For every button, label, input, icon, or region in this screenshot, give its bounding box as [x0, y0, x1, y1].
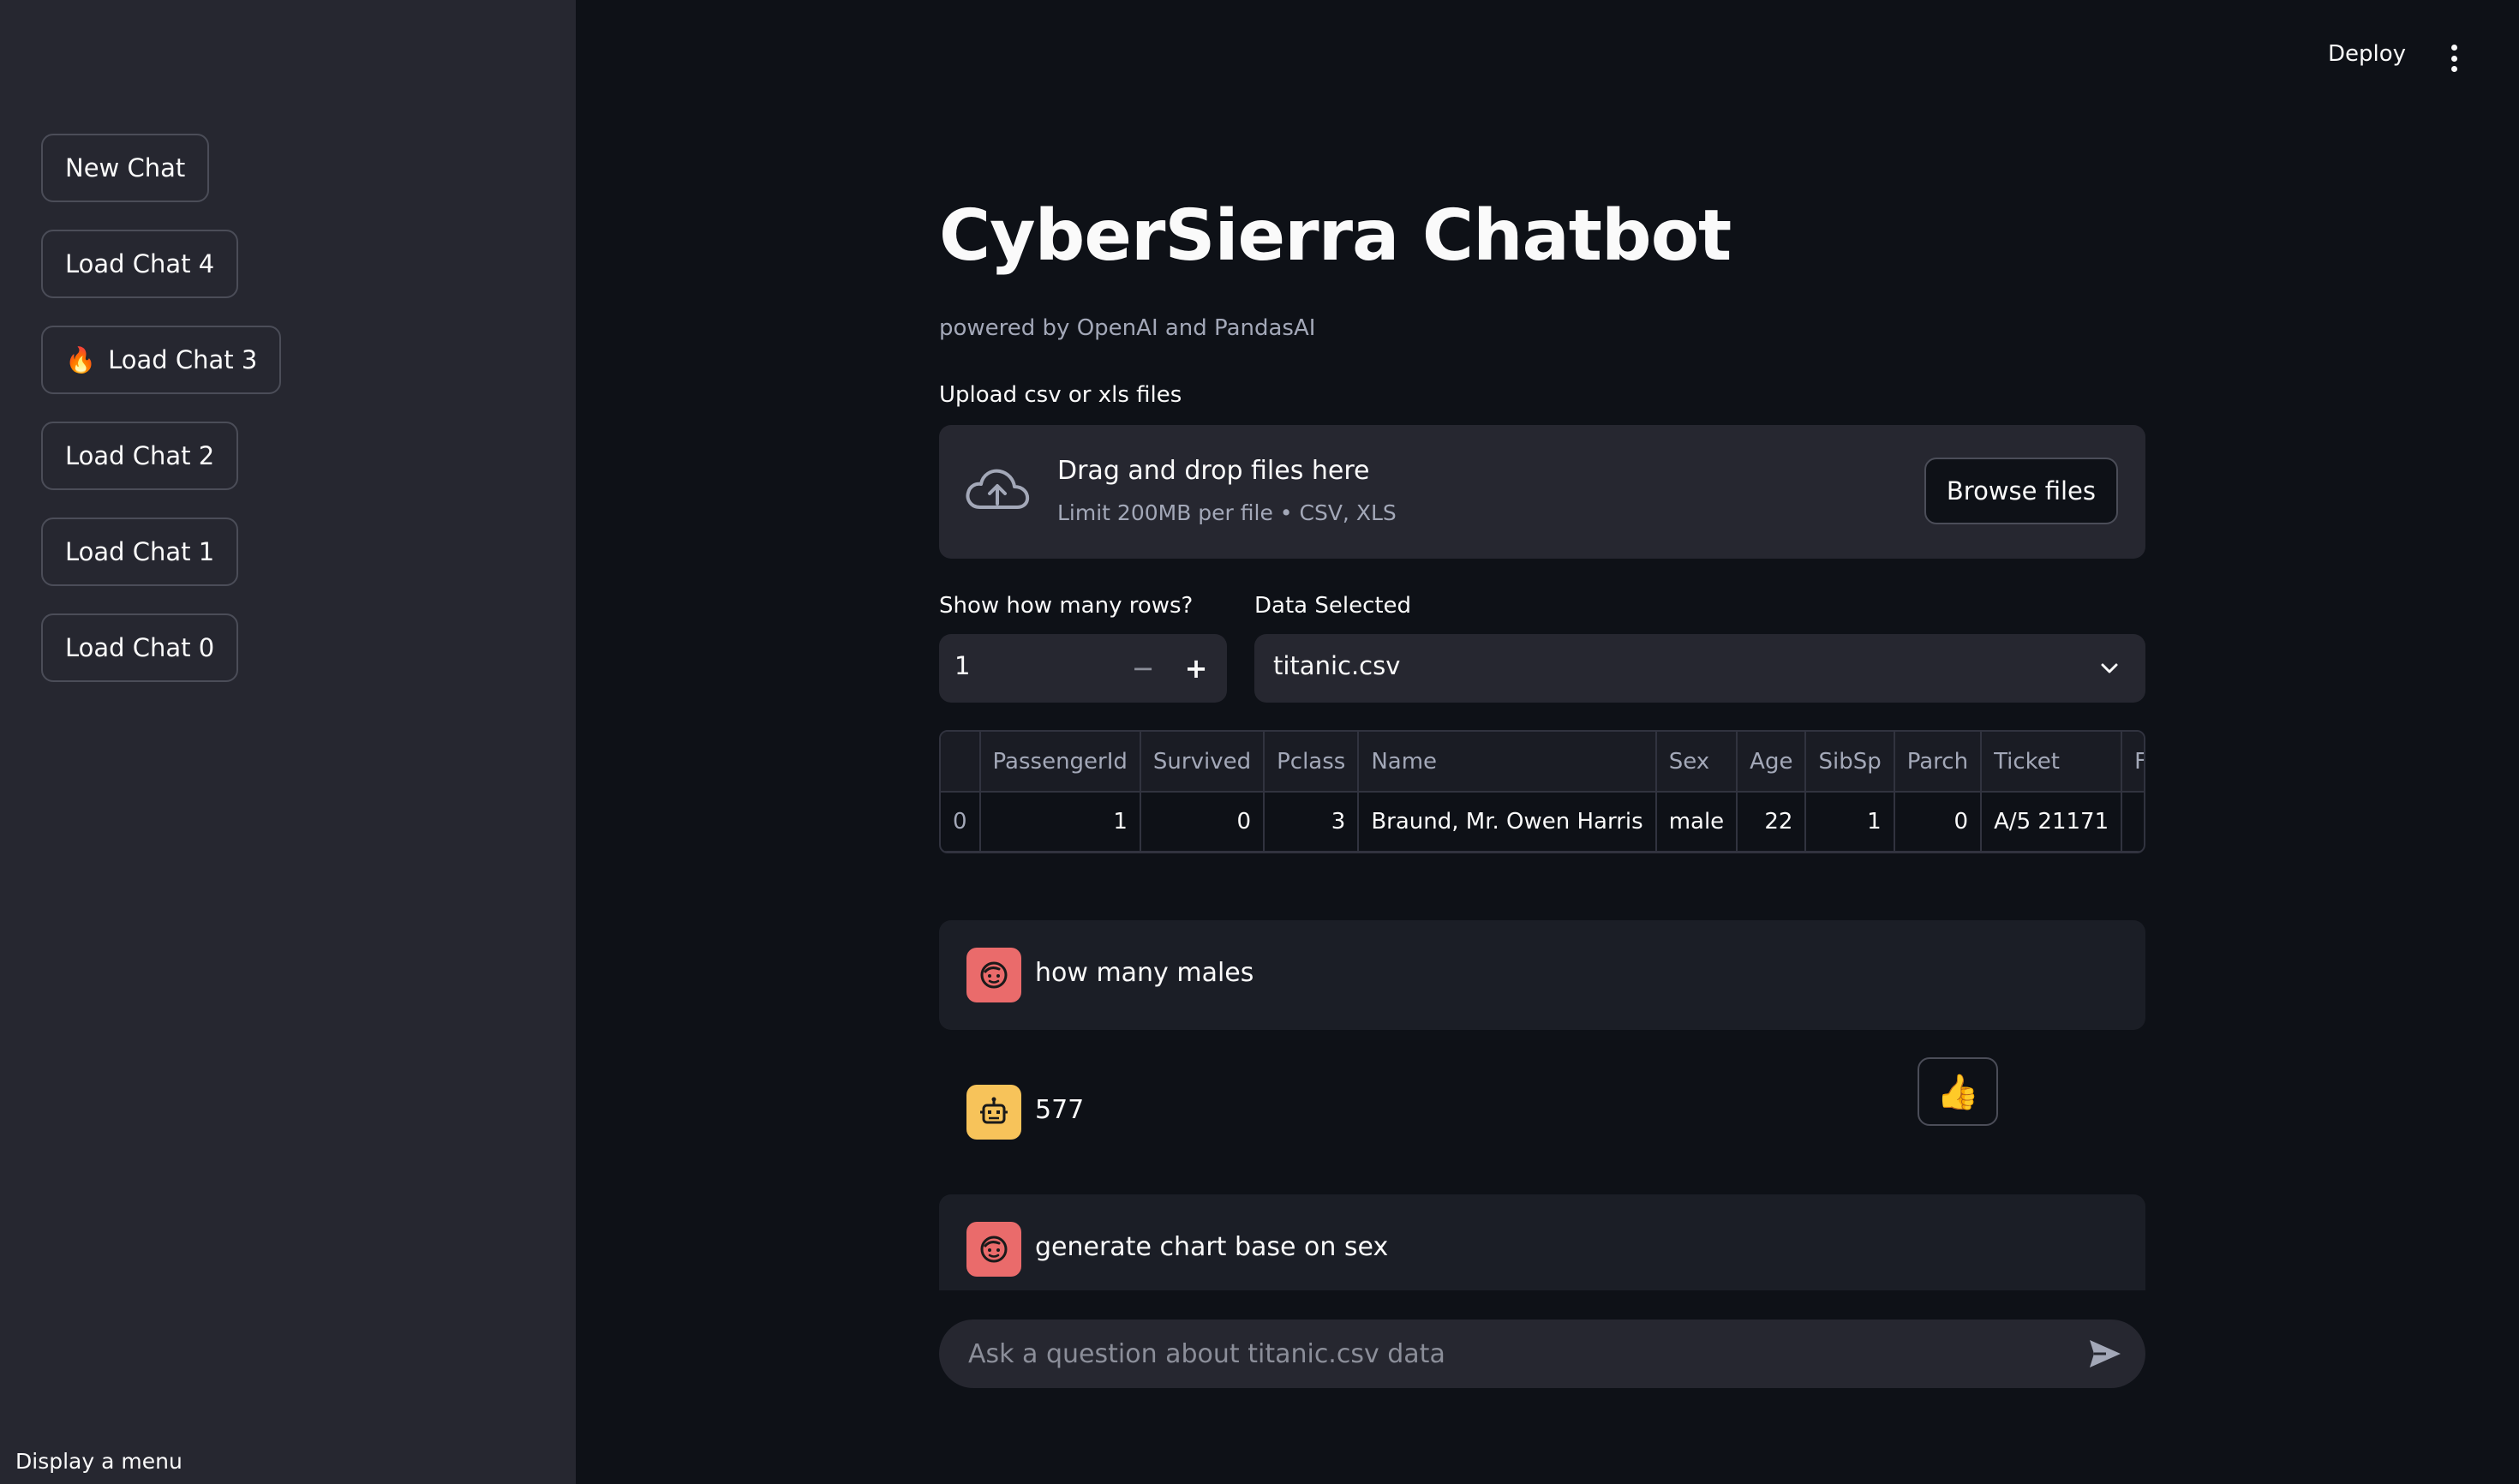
load-chat-4-label: Load Chat 4: [65, 249, 215, 278]
table-cell[interactable]: 1: [1805, 792, 1895, 852]
chevron-down-icon: [2101, 663, 2118, 673]
thumbs-up-button[interactable]: 👍: [1918, 1057, 1998, 1126]
column-header[interactable]: Age: [1737, 732, 1807, 793]
load-chat-2-label: Load Chat 2: [65, 441, 215, 470]
load-chat-0-button[interactable]: Load Chat 0: [41, 613, 239, 682]
column-header[interactable]: Pclass: [1264, 732, 1360, 793]
new-chat-button[interactable]: New Chat: [41, 134, 210, 202]
data-select[interactable]: titanic.csv: [1254, 634, 2145, 703]
file-dropzone[interactable]: Drag and drop files here Limit 200MB per…: [939, 425, 2145, 559]
column-header[interactable]: PassengerId: [979, 732, 1141, 793]
load-chat-4-button[interactable]: Load Chat 4: [41, 230, 239, 298]
table-cell[interactable]: 0: [941, 792, 981, 852]
table-cell[interactable]: 0: [1140, 792, 1265, 852]
deploy-button[interactable]: Deploy: [2328, 41, 2406, 67]
column-header-index[interactable]: [941, 732, 981, 793]
column-header[interactable]: F: [2121, 732, 2144, 793]
table-cell[interactable]: 22: [1737, 792, 1807, 852]
table-cell[interactable]: 1: [979, 792, 1141, 852]
sidebar: New Chat Load Chat 4 🔥 Load Chat 3 Load …: [0, 0, 576, 1484]
cloud-upload-icon: [966, 469, 1030, 509]
data-table[interactable]: PassengerId Survived Pclass Name Sex Age…: [939, 730, 2145, 853]
more-options-icon[interactable]: [2449, 45, 2459, 72]
page-subtitle: powered by OpenAI and PandasAI: [939, 315, 1316, 341]
column-header[interactable]: Parch: [1894, 732, 1983, 793]
chat-message-text: how many males: [1035, 958, 1254, 988]
page-title: CyberSierra Chatbot: [939, 195, 1732, 277]
table-header-row: PassengerId Survived Pclass Name Sex Age…: [941, 732, 2144, 793]
chat-message-user: how many males: [939, 920, 2145, 1030]
rows-input-label: Show how many rows?: [939, 593, 1194, 619]
column-header[interactable]: Name: [1358, 732, 1657, 793]
load-chat-0-label: Load Chat 0: [65, 633, 215, 662]
upload-label: Upload csv or xls files: [939, 382, 1182, 408]
table-cell[interactable]: A/5 21171: [1981, 792, 2123, 852]
table-cell[interactable]: 0: [1894, 792, 1983, 852]
user-avatar-icon: [966, 1222, 1021, 1277]
new-chat-label: New Chat: [65, 153, 186, 183]
rows-stepper[interactable]: 1 − +: [939, 634, 1227, 703]
table-cell[interactable]: 3: [1264, 792, 1360, 852]
table-cell[interactable]: Braund, Mr. Owen Harris: [1358, 792, 1657, 852]
rows-input-value[interactable]: 1: [954, 651, 970, 680]
load-chat-1-label: Load Chat 1: [65, 537, 215, 566]
dataframe: PassengerId Survived Pclass Name Sex Age…: [941, 732, 2144, 852]
increment-button[interactable]: +: [1172, 644, 1220, 692]
send-icon[interactable]: [2087, 1337, 2123, 1371]
decrement-button[interactable]: −: [1119, 644, 1167, 692]
data-select-value: titanic.csv: [1273, 651, 1401, 680]
bot-avatar-icon: [966, 1085, 1021, 1140]
column-header[interactable]: Sex: [1655, 732, 1738, 793]
load-chat-2-button[interactable]: Load Chat 2: [41, 422, 239, 490]
chat-message-text: 577: [1035, 1095, 1085, 1125]
table-row: 0 1 0 3 Braund, Mr. Owen Harris male 22 …: [941, 792, 2144, 852]
display-menu-tooltip: Display a menu: [15, 1449, 182, 1474]
column-header[interactable]: Survived: [1140, 732, 1265, 793]
table-cell[interactable]: [2121, 792, 2144, 852]
column-header[interactable]: Ticket: [1981, 732, 2123, 793]
load-chat-3-button[interactable]: 🔥 Load Chat 3: [41, 326, 282, 394]
chat-message-user: generate chart base on sex: [939, 1194, 2145, 1290]
table-cell[interactable]: male: [1655, 792, 1738, 852]
fire-icon: 🔥: [65, 344, 97, 374]
load-chat-1-button[interactable]: Load Chat 1: [41, 518, 239, 586]
chat-input[interactable]: [966, 1331, 2046, 1376]
data-select-label: Data Selected: [1254, 593, 1412, 619]
browse-files-button[interactable]: Browse files: [1924, 458, 2118, 524]
dropzone-limit: Limit 200MB per file • CSV, XLS: [1057, 500, 1397, 525]
chat-message-text: generate chart base on sex: [1035, 1232, 1389, 1262]
dropzone-title: Drag and drop files here: [1057, 456, 1370, 486]
user-avatar-icon: [966, 948, 1021, 1002]
load-chat-3-label: Load Chat 3: [108, 345, 258, 374]
column-header[interactable]: SibSp: [1805, 732, 1895, 793]
chat-input-bar[interactable]: [939, 1319, 2145, 1388]
